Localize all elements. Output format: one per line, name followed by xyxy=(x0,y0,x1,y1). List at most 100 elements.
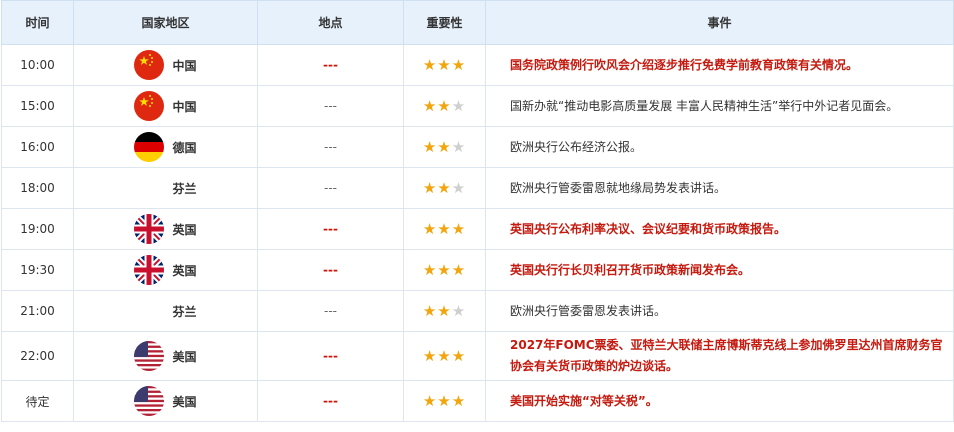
table-row: 19:30 英国 --- ★★★ 英国央行行长贝利召开货币政策新闻发布会。 xyxy=(1,249,954,291)
star-filled-icon: ★ xyxy=(437,220,452,238)
time-cell: 15:00 xyxy=(1,85,74,127)
importance-cell: ★★★ xyxy=(403,126,486,168)
country-name: 美国 xyxy=(172,349,197,364)
time-cell: 19:00 xyxy=(1,208,74,250)
star-filled-icon: ★ xyxy=(437,97,452,115)
country-name: 德国 xyxy=(172,140,197,155)
table-row: 18:00 芬兰 --- ★★★ 欧洲央行管委雷恩就地缘局势发表讲话。 xyxy=(1,167,954,209)
location-text: --- xyxy=(324,181,337,195)
location-cell: --- xyxy=(257,44,404,86)
country-name: 中国 xyxy=(172,58,197,73)
star-filled-icon: ★ xyxy=(422,97,438,115)
star-filled-icon: ★ xyxy=(422,179,438,197)
star-filled-icon: ★ xyxy=(451,347,467,365)
location-cell: --- xyxy=(257,380,404,422)
star-filled-icon: ★ xyxy=(437,138,452,156)
importance-cell: ★★★ xyxy=(403,208,486,250)
header-time: 时间 xyxy=(1,0,74,45)
china-flag-icon xyxy=(134,91,165,121)
events-table: 时间 国家地区 地点 重要性 事件 10:00 中国 --- ★★★ 国务院政策例行吹风… xyxy=(1,0,954,422)
location-text: --- xyxy=(323,222,338,236)
star-filled-icon: ★ xyxy=(422,220,438,238)
country-cell: 英国 xyxy=(73,249,258,291)
star-filled-icon: ★ xyxy=(437,56,452,74)
star-filled-icon: ★ xyxy=(422,261,438,279)
star-filled-icon: ★ xyxy=(451,56,467,74)
header-location: 地点 xyxy=(257,0,404,45)
flag-placeholder xyxy=(134,296,164,326)
header-importance: 重要性 xyxy=(403,0,486,45)
importance-cell: ★★★ xyxy=(403,290,486,332)
uk-flag-icon xyxy=(134,255,165,285)
importance-stars: ★★★ xyxy=(423,138,466,156)
star-filled-icon: ★ xyxy=(437,261,452,279)
country-cell: 中国 xyxy=(73,85,258,127)
china-flag-icon xyxy=(134,50,165,80)
importance-cell: ★★★ xyxy=(403,380,486,422)
table-row: 待定 美国 --- ★★★ 美国开始实施“对等关税”。 xyxy=(1,380,954,422)
country-cell: 美国 xyxy=(73,331,258,381)
location-cell: --- xyxy=(257,85,404,127)
star-empty-icon: ★ xyxy=(451,97,467,115)
header-event: 事件 xyxy=(485,0,954,45)
star-filled-icon: ★ xyxy=(422,138,438,156)
importance-stars: ★★★ xyxy=(423,179,466,197)
star-filled-icon: ★ xyxy=(451,261,467,279)
country-name: 美国 xyxy=(172,394,197,409)
event-cell: 国新办就“推动电影高质量发展 丰富人民精神生活”举行中外记者见面会。 xyxy=(485,85,954,127)
country-name: 芬兰 xyxy=(172,304,197,319)
germany-flag-icon xyxy=(134,132,165,162)
location-text: --- xyxy=(323,394,338,408)
country-name: 英国 xyxy=(172,263,197,278)
table-row: 10:00 中国 --- ★★★ 国务院政策例行吹风会介绍逐步推行免费学前教育政策有关情… xyxy=(1,44,954,86)
star-empty-icon: ★ xyxy=(451,138,467,156)
country-cell: 芬兰 xyxy=(73,167,258,209)
star-filled-icon: ★ xyxy=(437,347,452,365)
location-cell: --- xyxy=(257,249,404,291)
table-row: 22:00 美国 --- ★★★ 2027年FOMC票委、亚特兰大联储主席博斯蒂克线上参… xyxy=(1,331,954,381)
time-cell: 22:00 xyxy=(1,331,74,381)
country-name: 中国 xyxy=(172,99,197,114)
star-filled-icon: ★ xyxy=(451,220,467,238)
importance-stars: ★★★ xyxy=(423,261,466,279)
country-cell: 芬兰 xyxy=(73,290,258,332)
importance-cell: ★★★ xyxy=(403,167,486,209)
time-cell: 10:00 xyxy=(1,44,74,86)
star-filled-icon: ★ xyxy=(451,392,467,410)
country-cell: 德国 xyxy=(73,126,258,168)
location-cell: --- xyxy=(257,126,404,168)
location-text: --- xyxy=(323,349,338,363)
star-filled-icon: ★ xyxy=(422,56,438,74)
importance-stars: ★★★ xyxy=(423,56,466,74)
star-filled-icon: ★ xyxy=(422,347,438,365)
importance-stars: ★★★ xyxy=(423,220,466,238)
time-cell: 21:00 xyxy=(1,290,74,332)
time-cell: 18:00 xyxy=(1,167,74,209)
usa-flag-icon xyxy=(134,386,165,416)
event-cell: 国务院政策例行吹风会介绍逐步推行免费学前教育政策有关情况。 xyxy=(485,44,954,86)
importance-cell: ★★★ xyxy=(403,249,486,291)
country-name: 芬兰 xyxy=(172,181,197,196)
event-cell: 英国央行行长贝利召开货币政策新闻发布会。 xyxy=(485,249,954,291)
country-cell: 美国 xyxy=(73,380,258,422)
star-filled-icon: ★ xyxy=(437,392,452,410)
location-text: --- xyxy=(324,99,337,113)
importance-cell: ★★★ xyxy=(403,44,486,86)
time-cell: 待定 xyxy=(1,380,74,422)
location-text: --- xyxy=(324,304,337,318)
location-cell: --- xyxy=(257,331,404,381)
country-cell: 英国 xyxy=(73,208,258,250)
table-header-row: 时间 国家地区 地点 重要性 事件 xyxy=(1,0,954,45)
time-cell: 16:00 xyxy=(1,126,74,168)
location-text: --- xyxy=(324,140,337,154)
importance-cell: ★★★ xyxy=(403,331,486,381)
star-filled-icon: ★ xyxy=(422,392,438,410)
table-row: 16:00 德国 --- ★★★ 欧洲央行公布经济公报。 xyxy=(1,126,954,168)
location-cell: --- xyxy=(257,208,404,250)
flag-placeholder xyxy=(134,173,164,203)
location-cell: --- xyxy=(257,290,404,332)
star-empty-icon: ★ xyxy=(451,179,467,197)
event-cell: 欧洲央行管委雷恩发表讲话。 xyxy=(485,290,954,332)
time-cell: 19:30 xyxy=(1,249,74,291)
star-filled-icon: ★ xyxy=(422,302,438,320)
